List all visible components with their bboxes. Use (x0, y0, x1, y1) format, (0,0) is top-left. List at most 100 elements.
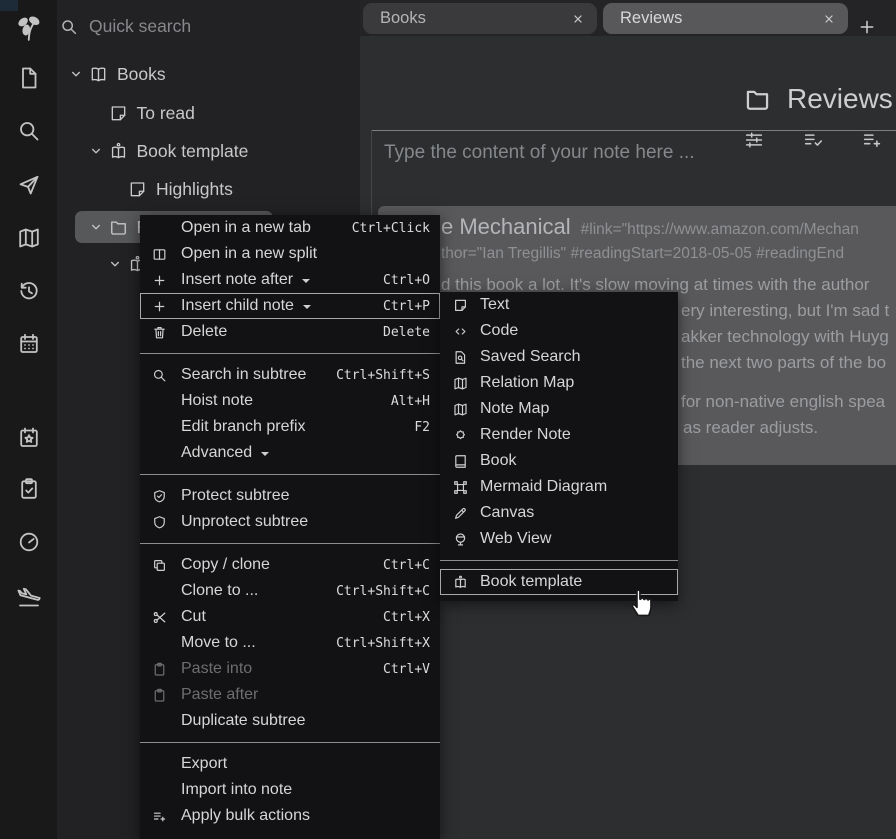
book-template-icon (453, 575, 480, 590)
search-icon (17, 119, 41, 143)
new-note-button[interactable] (0, 66, 57, 90)
calendar-star-icon (17, 426, 41, 450)
book-open-icon (89, 65, 109, 84)
menu-item-advanced[interactable]: Advanced (140, 440, 440, 466)
menu-item-label: Apply bulk actions (181, 807, 310, 825)
calendar-icon (17, 332, 41, 356)
note-title[interactable]: Reviews (787, 83, 893, 115)
tree-item-book-template[interactable]: Book template (88, 135, 249, 167)
search-button[interactable] (0, 119, 57, 143)
menu-item-edit-branch-prefix[interactable]: Edit branch prefixF2 (140, 414, 440, 440)
menu-item-cut[interactable]: CutCtrl+X (140, 604, 440, 630)
menu-item-relation-map[interactable]: Relation Map (440, 370, 678, 396)
close-icon[interactable] (571, 12, 585, 26)
menu-item-shortcut: Ctrl+X (383, 610, 430, 625)
menu-item-clone-to[interactable]: Clone to ...Ctrl+Shift+C (140, 578, 440, 604)
note-type-submenu: Text Code Saved SearchRelation MapNote Map… (440, 292, 678, 601)
travel-button[interactable] (0, 585, 57, 609)
menu-item-shortcut: Ctrl+C (383, 558, 430, 573)
menu-item-label: Open in a new tab (181, 219, 311, 237)
trilium-logo (0, 13, 57, 43)
caret-down-icon (303, 305, 311, 313)
menu-item-copy-clone[interactable]: Copy / cloneCtrl+C (140, 552, 440, 578)
book-template-icon (109, 142, 129, 161)
menu-item-shortcut: Ctrl+V (383, 662, 430, 677)
tab-reviews[interactable]: Reviews (603, 3, 848, 34)
expand-chevron-icon[interactable] (88, 219, 109, 235)
menu-separator (140, 543, 440, 544)
menu-item-insert-child-note[interactable]: Insert child noteCtrl+P (140, 293, 440, 319)
menu-item-label: Code (480, 322, 518, 340)
menu-item-shortcut: Ctrl+Click (352, 221, 430, 236)
clipboard-check-icon (17, 477, 41, 501)
menu-item-book[interactable]: Book (440, 448, 678, 474)
menu-item-web-view[interactable]: Web View (440, 526, 678, 552)
tree-item-to-read[interactable]: To read (88, 97, 195, 129)
menu-item-unprotect-subtree[interactable]: Unprotect subtree (140, 509, 440, 535)
expand-chevron-icon[interactable] (68, 66, 89, 82)
menu-item-label: Hoist note (181, 392, 253, 410)
tree-item-highlights[interactable]: Highlights (107, 173, 233, 205)
ribbon-list-check-button[interactable] (802, 129, 824, 151)
menu-item-label: Book template (480, 573, 582, 591)
expand-chevron-icon[interactable] (88, 143, 109, 159)
ribbon-sliders-button[interactable] (743, 129, 765, 151)
menu-item-note-map[interactable]: Note Map (440, 396, 678, 422)
menu-item-mermaid-diagram[interactable]: Mermaid Diagram (440, 474, 678, 500)
menu-item-import-into-note[interactable]: Import into note (140, 777, 440, 803)
tasks-button[interactable] (0, 477, 57, 501)
recent-changes-button[interactable] (0, 279, 57, 303)
book-card-text-line: for non-native english spea (681, 392, 885, 412)
saved-search-icon (453, 350, 468, 365)
menu-item-move-to[interactable]: Move to ...Ctrl+Shift+X (140, 630, 440, 656)
menu-item-label: Protect subtree (181, 487, 290, 505)
tab-books[interactable]: Books (363, 3, 597, 34)
menu-item-delete[interactable]: DeleteDelete (140, 319, 440, 345)
menu-item-shortcut: Ctrl+P (383, 299, 430, 314)
plus-icon (152, 299, 167, 314)
menu-item-label: Book (480, 452, 516, 470)
menu-item-code[interactable]: Code (440, 318, 678, 344)
note-map-button[interactable] (0, 226, 57, 250)
note-content-placeholder[interactable]: Type the content of your note here ... (384, 142, 695, 164)
menu-item-insert-note-after[interactable]: Insert note afterCtrl+O (140, 267, 440, 293)
shield-check-icon (152, 489, 181, 504)
folder-icon (744, 86, 771, 113)
split-icon (152, 247, 181, 262)
menu-item-apply-bulk-actions[interactable]: Apply bulk actions (140, 803, 440, 829)
menu-item-label: Unprotect subtree (181, 513, 308, 531)
tree-item-books[interactable]: Books (68, 58, 166, 90)
menu-item-label: Canvas (480, 504, 534, 522)
quick-search-input[interactable]: Quick search (60, 16, 191, 37)
menu-item-render-note[interactable]: Render Note (440, 422, 678, 448)
shield-icon (152, 515, 167, 530)
menu-item-canvas[interactable]: Canvas (440, 500, 678, 526)
menu-item-open-in-a-new-split[interactable]: Open in a new split (140, 241, 440, 267)
menu-item-duplicate-subtree[interactable]: Duplicate subtree (140, 708, 440, 734)
new-tab-button[interactable] (857, 17, 877, 37)
menu-item-protect-subtree[interactable]: Protect subtree (140, 483, 440, 509)
book-icon (453, 454, 480, 469)
map-icon (453, 376, 480, 391)
close-icon[interactable] (822, 12, 836, 26)
menu-item-saved-search[interactable]: Saved Search (440, 344, 678, 370)
list-plus-icon (861, 129, 883, 151)
paste-icon (152, 688, 181, 703)
dashboard-button[interactable] (0, 530, 57, 554)
jump-to-note-button[interactable] (0, 173, 57, 197)
expand-chevron-icon[interactable] (107, 256, 128, 272)
menu-item-text[interactable]: Text (440, 292, 678, 318)
calendar-button[interactable] (0, 332, 57, 356)
book-card-title-fragment: e Mechanical (441, 214, 571, 239)
paste-icon (152, 662, 167, 677)
ribbon-list-plus-button[interactable] (861, 129, 883, 151)
tree-context-menu: Open in a new tabCtrl+ClickOpen in a new… (140, 215, 440, 839)
folder-icon (109, 218, 128, 237)
menu-item-hoist-note[interactable]: Hoist noteAlt+H (140, 388, 440, 414)
menu-item-export[interactable]: Export (140, 751, 440, 777)
menu-item-search-in-subtree[interactable]: Search in subtreeCtrl+Shift+S (140, 362, 440, 388)
book-card-link-attribute: #link="https://www.amazon.com/Mechan (581, 221, 859, 238)
menu-item-shortcut: Ctrl+Shift+S (336, 368, 430, 383)
today-button[interactable] (0, 426, 57, 450)
menu-item-open-in-a-new-tab[interactable]: Open in a new tab Ctrl+Click (140, 215, 440, 241)
